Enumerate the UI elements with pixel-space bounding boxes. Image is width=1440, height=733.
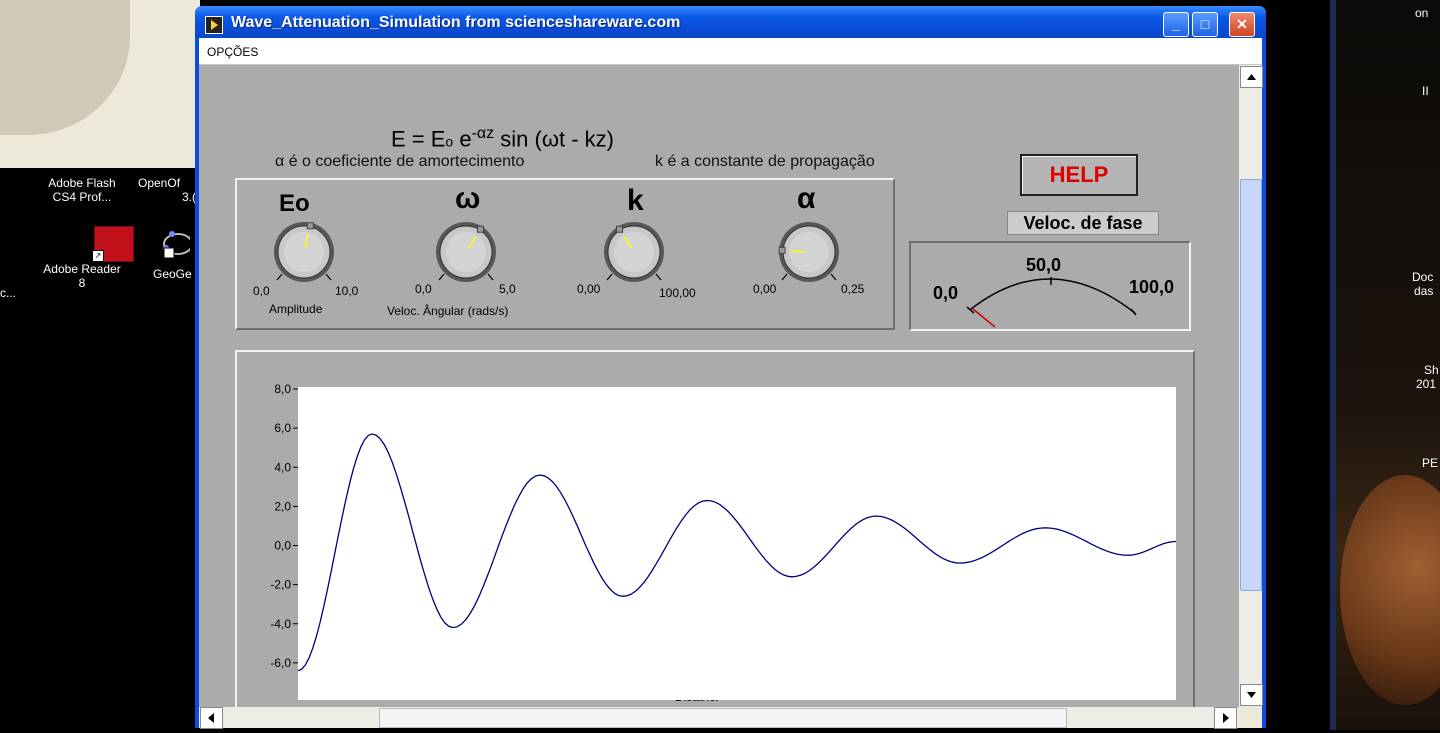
front-panel: E = Eo e-αz sin (ωt - kz) α é o coeficie… [199,65,1239,718]
minimize-button[interactable]: _ [1163,12,1189,37]
y-tick-label: 4,0 [274,460,291,474]
gauge-needle [972,308,996,328]
desktop-icon-label: 201 [1416,377,1437,391]
desktop-window-fragment [0,0,200,168]
menu-bar: OPÇÕES [199,38,1262,65]
controls-box: Eo ω k α 0,0 10,0 Amplitude 0,0 5,0 Velo… [235,178,895,330]
window-title: Wave_Attenuation_Simulation from science… [231,14,681,31]
desktop-icon-label: II [1422,84,1429,98]
knob-symbol-omega: ω [455,182,481,215]
close-icon: ✕ [1236,16,1248,32]
desktop-icon-geogebra[interactable]: GeoGe [150,226,200,281]
maximize-icon: □ [1200,16,1210,32]
y-tick-label: 6,0 [274,421,291,435]
knob-max-label: 0,25 [841,282,865,296]
amplitude-knob[interactable] [267,222,341,282]
y-tick-label: -4,0 [270,617,291,631]
scroll-thumb[interactable] [379,708,1067,728]
y-tick-label: 8,0 [274,382,291,396]
knob-min-label: 0,00 [753,282,777,296]
wave-series-line [298,433,1176,672]
desktop-icon-label: on [1415,6,1429,20]
desktop-icon-label: Adobe Reader [43,262,121,276]
shortcut-arrow-icon: ↗ [92,250,104,262]
knob-min-label: 0,00 [577,282,601,296]
y-tick-label: 2,0 [274,499,291,513]
graph-y-axis: 8,06,04,02,00,0-2,0-4,0-6,0-8,0 [270,382,300,682]
phase-velocity-gauge: 0,0 50,0 100,0 [909,241,1191,331]
maximize-button[interactable]: □ [1192,12,1218,37]
formula: E = Eo e-αz sin (ωt - kz) [391,125,614,152]
desktop-icon-adobe-reader[interactable]: ↗ Adobe Reader 8 [30,226,134,290]
knob-grip [476,225,484,233]
knob-grip [616,225,624,233]
wave-plot [298,387,1176,700]
desktop-icon-label: c... [0,286,17,300]
desktop-icon-label: 3.( [181,190,196,204]
knob-min-label: 0,0 [415,282,432,296]
minimize-icon: _ [1172,16,1180,32]
vertical-scrollbar[interactable] [1239,65,1263,707]
alpha-knob[interactable] [772,222,846,282]
k-note: k é a constante de propagação [655,153,875,170]
angular-velocity-knob[interactable] [429,222,503,282]
scroll-left-button[interactable] [200,707,223,729]
knob-grip [306,222,314,230]
knob-max-label: 100,00 [659,286,696,300]
help-button[interactable]: HELP [1020,154,1138,196]
y-tick-label: -6,0 [270,656,291,670]
desktop-icon-label: CS4 Prof... [52,190,112,204]
formula-lhs: E = E [391,126,446,152]
phase-velocity-label: Veloc. de fase [1007,211,1159,235]
desktop-icon-label: PE [1422,456,1439,470]
desktop-icon-label: GeoGe [153,267,192,281]
knob-caption: Veloc. Ângular (rads/s) [387,304,509,318]
horizontal-scrollbar[interactable] [199,707,1239,729]
desktop-icon-label: Sh [1424,363,1439,377]
menu-item-opcoes[interactable]: OPÇÕES [207,45,258,59]
desktop-icon-label: 8 [78,276,86,290]
knob-symbol-alpha: α [797,182,816,215]
knob-symbol-eo: Eo [279,190,310,217]
desktop-icon-label: OpenOf [138,176,181,190]
formula-e: e [453,126,472,152]
close-button[interactable]: ✕ [1229,12,1255,37]
knob-indicator [790,250,806,253]
scroll-down-button[interactable] [1240,684,1263,706]
alpha-note: α é o coeficiente de amortecimento [275,153,525,170]
formula-exponent: -αz [471,125,495,142]
scroll-right-button[interactable] [1214,707,1237,729]
gauge-dial [966,277,1137,328]
knob-symbol-k: k [627,184,644,217]
app-window: Wave_Attenuation_Simulation from science… [195,6,1266,729]
desktop-icon-label: Doc [1412,270,1434,284]
knob-max-label: 5,0 [499,282,516,296]
knob-min-label: 0,0 [253,284,270,298]
knob-grip [778,246,786,254]
title-bar[interactable]: Wave_Attenuation_Simulation from science… [195,6,1266,38]
formula-rest: sin (ωt - kz) [494,126,614,152]
desktop-icon-adobe-flash[interactable]: Adobe Flash CS4 Prof... [36,176,128,204]
y-tick-label: -2,0 [270,578,291,592]
scroll-up-button[interactable] [1240,66,1263,88]
desktop-wallpaper-right: on II Doc das Sh 201 PE [1330,0,1440,730]
geogebra-icon [163,231,193,259]
desktop-icon-openoffice[interactable]: OpenOf 3.( [138,176,198,204]
desktop-icon-label: Adobe Flash [48,176,116,190]
knob-max-label: 10,0 [335,284,359,298]
window-client: OPÇÕES E = Eo e-αz sin (ωt - kz) α é o c… [199,38,1263,729]
desktop-icon-label: das [1414,284,1434,298]
app-icon[interactable] [205,16,223,34]
scroll-thumb[interactable] [1240,179,1262,591]
knob-caption: Amplitude [269,302,323,316]
y-tick-label: 0,0 [274,539,291,553]
k-knob[interactable] [597,222,671,282]
